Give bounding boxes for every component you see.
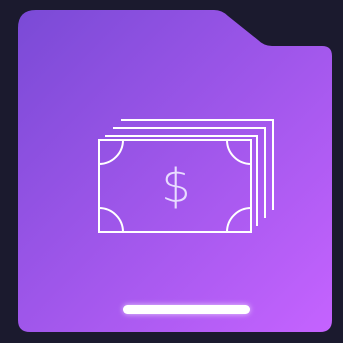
money-stack-icon <box>98 119 274 233</box>
app-screen: $ <box>0 0 343 343</box>
home-indicator[interactable] <box>123 305 250 314</box>
